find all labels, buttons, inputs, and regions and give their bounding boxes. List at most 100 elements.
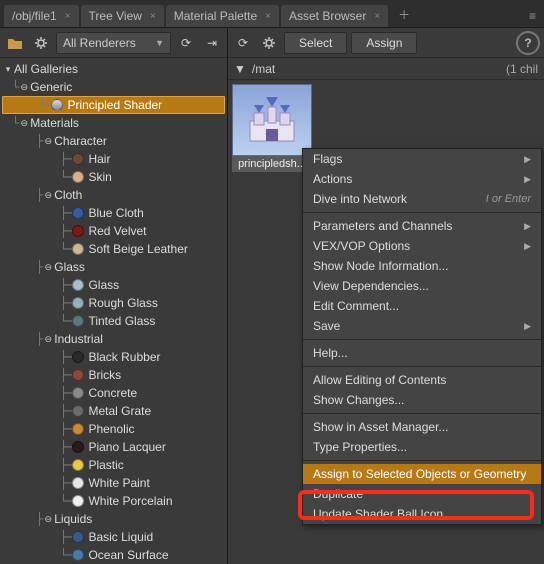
material-swatch-icon: [72, 297, 84, 309]
tree-item[interactable]: └─White Porcelain: [0, 492, 227, 510]
add-tab-button[interactable]: ＋: [390, 2, 418, 27]
gear-icon[interactable]: [30, 32, 52, 54]
tree-item[interactable]: └─Skin: [0, 168, 227, 186]
tree-item-label: Metal Grate: [88, 404, 151, 418]
tree-item[interactable]: ├─Hair: [0, 150, 227, 168]
material-swatch-icon: [72, 279, 84, 291]
material-tree: ▾All Galleries └⊖Generic └─Principled Sh…: [0, 58, 227, 564]
tree-item[interactable]: └─Ocean Surface: [0, 546, 227, 564]
tree-item[interactable]: ├─Metal Grate: [0, 402, 227, 420]
menu-help[interactable]: Help...: [303, 343, 541, 363]
tree-item[interactable]: ├─Bricks: [0, 366, 227, 384]
material-swatch-icon: [72, 243, 84, 255]
select-button[interactable]: Select: [284, 32, 347, 54]
tree-item-label: Bricks: [88, 368, 121, 382]
material-swatch-icon: [72, 369, 84, 381]
menu-duplicate[interactable]: Duplicate: [303, 484, 541, 504]
material-swatch-icon: [72, 387, 84, 399]
material-tree-panel: All Renderers▼ ⟳ ⇥ ▾All Galleries └⊖Gene…: [0, 28, 228, 564]
material-swatch-icon: [72, 423, 84, 435]
menu-view-dependencies[interactable]: View Dependencies...: [303, 276, 541, 296]
folder-open-icon[interactable]: [4, 32, 26, 54]
menu-show-in-asset-manager[interactable]: Show in Asset Manager...: [303, 417, 541, 437]
tree-group-materials[interactable]: └⊖Materials: [0, 114, 227, 132]
menu-separator: [303, 339, 541, 340]
castle-icon: [232, 84, 312, 156]
menu-parameters[interactable]: Parameters and Channels▶: [303, 216, 541, 236]
tree-item[interactable]: ├─Blue Cloth: [0, 204, 227, 222]
tree-item[interactable]: ├─Basic Liquid: [0, 528, 227, 546]
tree-item-label: Piano Lacquer: [88, 440, 165, 454]
menu-actions[interactable]: Actions▶: [303, 169, 541, 189]
tree-item[interactable]: └─Tinted Glass: [0, 312, 227, 330]
node-thumbnail[interactable]: principledsh...: [232, 84, 312, 172]
tab-menu-icon[interactable]: ≡: [525, 5, 540, 27]
menu-allow-editing[interactable]: Allow Editing of Contents: [303, 370, 541, 390]
help-icon[interactable]: ?: [516, 31, 540, 55]
transfer-icon[interactable]: ⇥: [201, 32, 223, 54]
tree-group-glass[interactable]: ├⊖Glass: [0, 258, 227, 276]
tree-item-label: White Porcelain: [88, 494, 172, 508]
menu-flags[interactable]: Flags▶: [303, 149, 541, 169]
menu-separator: [303, 460, 541, 461]
tab-tree-view[interactable]: Tree View×: [81, 5, 164, 27]
menu-update-shader-ball[interactable]: Update Shader Ball Icon: [303, 504, 541, 524]
tree-item-label: Rough Glass: [88, 296, 157, 310]
close-icon[interactable]: ×: [265, 11, 271, 22]
tab-asset-browser[interactable]: Asset Browser×: [281, 5, 388, 27]
tree-item[interactable]: ├─Phenolic: [0, 420, 227, 438]
tree-group-generic[interactable]: └⊖Generic: [0, 78, 227, 96]
material-swatch-icon: [72, 315, 84, 327]
tree-group-liquids[interactable]: ├⊖Liquids: [0, 510, 227, 528]
tab-obj-file1[interactable]: /obj/file1×: [4, 5, 79, 27]
close-icon[interactable]: ×: [374, 11, 380, 22]
menu-dive-into-network[interactable]: Dive into NetworkI or Enter: [303, 189, 541, 209]
tree-item[interactable]: ├─Glass: [0, 276, 227, 294]
chevron-right-icon: ▶: [524, 174, 531, 185]
tree-item[interactable]: ├─Red Velvet: [0, 222, 227, 240]
tab-material-palette[interactable]: Material Palette×: [166, 5, 279, 27]
material-swatch-icon: [72, 459, 84, 471]
menu-vex-vop[interactable]: VEX/VOP Options▶: [303, 236, 541, 256]
gear-icon[interactable]: [258, 32, 280, 54]
material-swatch-icon: [72, 207, 84, 219]
menu-separator: [303, 366, 541, 367]
renderer-dropdown[interactable]: All Renderers▼: [56, 32, 171, 54]
chevron-right-icon: ▶: [524, 221, 531, 232]
refresh-icon[interactable]: ⟳: [232, 32, 254, 54]
breadcrumb[interactable]: ▼/mat (1 chil: [228, 58, 544, 80]
menu-show-node-info[interactable]: Show Node Information...: [303, 256, 541, 276]
tree-item-label: Glass: [88, 278, 119, 292]
tree-item-principled-shader[interactable]: └─Principled Shader: [2, 96, 225, 114]
tree-item[interactable]: └─Soft Beige Leather: [0, 240, 227, 258]
tree-item[interactable]: ├─Piano Lacquer: [0, 438, 227, 456]
tree-item[interactable]: ├─Plastic: [0, 456, 227, 474]
tree-item[interactable]: ├─White Paint: [0, 474, 227, 492]
menu-edit-comment[interactable]: Edit Comment...: [303, 296, 541, 316]
close-icon[interactable]: ×: [65, 11, 71, 22]
tree-item[interactable]: ├─Rough Glass: [0, 294, 227, 312]
assign-button[interactable]: Assign: [351, 32, 417, 54]
menu-separator: [303, 212, 541, 213]
tree-item-label: Blue Cloth: [88, 206, 143, 220]
material-swatch-icon: [72, 153, 84, 165]
menu-save[interactable]: Save▶: [303, 316, 541, 336]
menu-show-changes[interactable]: Show Changes...: [303, 390, 541, 410]
menu-type-properties[interactable]: Type Properties...: [303, 437, 541, 457]
menu-separator: [303, 413, 541, 414]
tree-item-label: Hair: [88, 152, 110, 166]
tree-item[interactable]: ├─Concrete: [0, 384, 227, 402]
tree-group-industrial[interactable]: ├⊖Industrial: [0, 330, 227, 348]
refresh-icon[interactable]: ⟳: [175, 32, 197, 54]
menu-assign-to-selected[interactable]: Assign to Selected Objects or Geometry: [303, 464, 541, 484]
tree-item-label: Tinted Glass: [88, 314, 155, 328]
tree-group-cloth[interactable]: ├⊖Cloth: [0, 186, 227, 204]
tree-item-label: Concrete: [88, 386, 137, 400]
tree-item-label: Soft Beige Leather: [88, 242, 187, 256]
tree-group-character[interactable]: ├⊖Character: [0, 132, 227, 150]
tree-item[interactable]: ├─Black Rubber: [0, 348, 227, 366]
chevron-down-icon: ▼: [155, 38, 164, 48]
node-label: principledsh...: [232, 156, 312, 172]
tree-root[interactable]: ▾All Galleries: [0, 60, 227, 78]
close-icon[interactable]: ×: [150, 11, 156, 22]
